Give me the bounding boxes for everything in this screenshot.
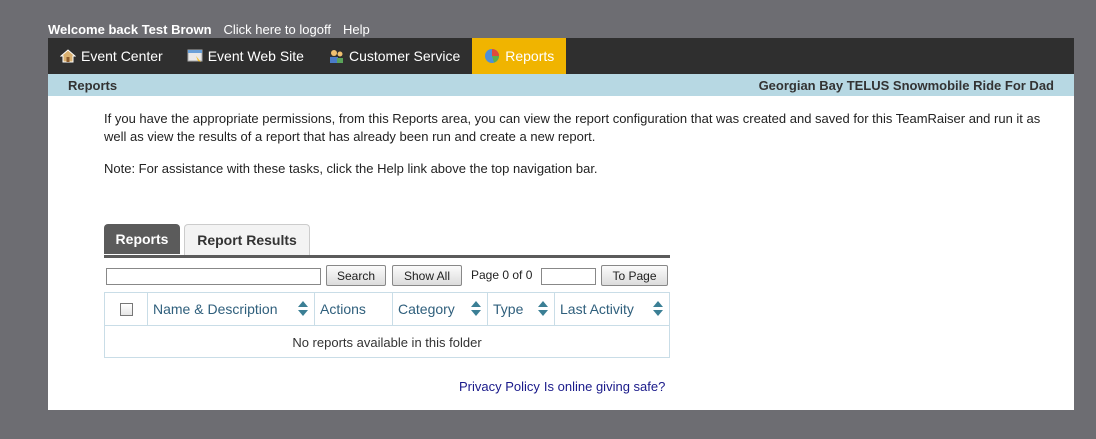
nav-event-center[interactable]: Event Center — [48, 38, 175, 74]
nav-event-web-site[interactable]: Event Web Site — [175, 38, 316, 74]
page-indicator: Page 0 of 0 — [471, 268, 533, 282]
nav-reports[interactable]: Reports — [472, 38, 567, 74]
logoff-link[interactable]: Click here to logoff — [224, 22, 331, 37]
welcome-bar: Welcome back Test Brown Click here to lo… — [48, 20, 370, 38]
house-icon — [59, 48, 77, 64]
select-all-cell — [105, 293, 148, 325]
column-label: Name & Description — [153, 301, 278, 317]
report-tabs: Reports Report Results — [104, 224, 670, 258]
people-icon — [328, 48, 344, 64]
intro-text: If you have the appropriate permissions,… — [104, 111, 1041, 144]
sort-icon[interactable] — [471, 301, 481, 317]
top-navigation: Event Center Event Web Site Customer Ser… — [48, 38, 1074, 74]
nav-label: Event Center — [81, 48, 163, 64]
nav-label: Event Web Site — [207, 48, 304, 64]
column-label: Category — [398, 301, 455, 317]
col-name-description[interactable]: Name & Description — [148, 293, 315, 325]
select-all-checkbox[interactable] — [119, 302, 133, 316]
sort-icon[interactable] — [653, 301, 663, 317]
tab-reports[interactable]: Reports — [104, 224, 180, 254]
help-link[interactable]: Help — [343, 22, 370, 37]
sort-icon[interactable] — [298, 301, 308, 317]
reports-table: Name & Description Actions Category Type… — [104, 292, 670, 358]
welcome-text: Welcome back Test Brown — [48, 21, 212, 37]
search-input[interactable] — [106, 268, 321, 285]
nav-label: Customer Service — [348, 48, 461, 64]
to-page-button[interactable]: To Page — [601, 265, 668, 286]
column-label: Actions — [320, 301, 366, 317]
sort-icon[interactable] — [538, 301, 548, 317]
online-giving-safe-link[interactable]: Is online giving safe? — [544, 379, 665, 394]
tab-report-results[interactable]: Report Results — [184, 224, 310, 255]
col-type[interactable]: Type — [488, 293, 555, 325]
website-icon — [187, 48, 203, 64]
page-header-bar: Reports Georgian Bay TELUS Snowmobile Ri… — [48, 74, 1074, 96]
main-content: If you have the appropriate permissions,… — [48, 96, 1074, 410]
col-category[interactable]: Category — [393, 293, 488, 325]
note-text: Note: For assistance with these tasks, c… — [104, 161, 598, 176]
footer-links: Privacy Policy Is online giving safe? — [459, 379, 665, 394]
search-toolbar: Search Show All Page 0 of 0 To Page — [104, 265, 670, 287]
show-all-button[interactable]: Show All — [392, 265, 462, 286]
empty-table-message: No reports available in this folder — [292, 334, 482, 350]
search-button[interactable]: Search — [326, 265, 386, 286]
col-actions: Actions — [315, 293, 393, 325]
privacy-policy-link[interactable]: Privacy Policy — [459, 379, 540, 394]
col-last-activity[interactable]: Last Activity — [555, 293, 669, 325]
page-title: Reports — [68, 77, 118, 93]
column-label: Last Activity — [560, 301, 634, 317]
event-name: Georgian Bay TELUS Snowmobile Ride For D… — [758, 77, 1054, 93]
table-header: Name & Description Actions Category Type… — [105, 293, 669, 326]
nav-label: Reports — [505, 48, 555, 64]
page-number-input[interactable] — [541, 268, 596, 285]
nav-customer-service[interactable]: Customer Service — [316, 38, 472, 74]
column-label: Type — [493, 301, 524, 317]
pie-chart-icon — [484, 48, 500, 64]
